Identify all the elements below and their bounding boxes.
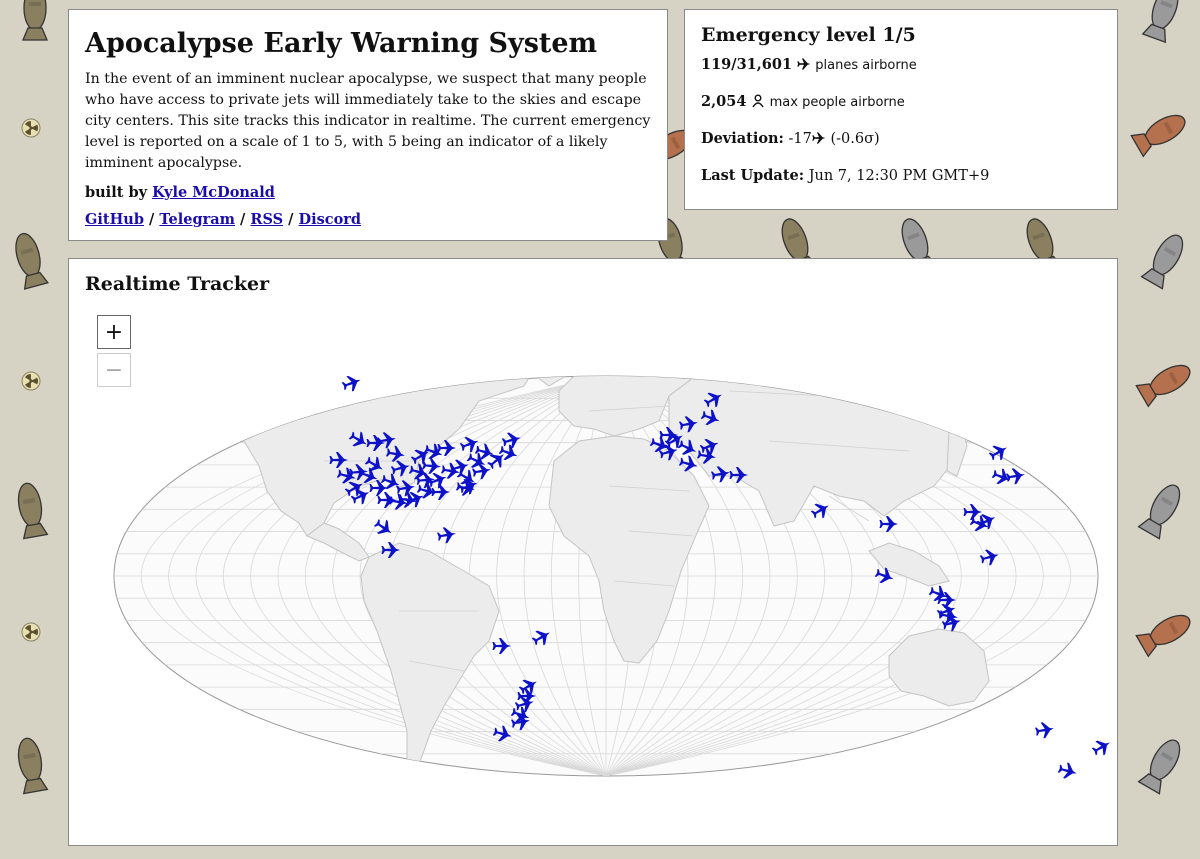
deviation: Deviation: -17 (-0.6σ)	[701, 128, 1101, 165]
status-panel: Emergency level 1/5 119/31,601 planes ai…	[684, 9, 1118, 210]
page-title: Apocalypse Early Warning System	[85, 28, 598, 59]
planes-count: 119/31,601	[701, 56, 793, 73]
bomb-icon	[1137, 739, 1181, 795]
zoom-out-button[interactable]: −	[97, 353, 131, 387]
bomb-icon	[1137, 484, 1181, 540]
intro-panel: Apocalypse Early Warning System In the e…	[68, 9, 668, 241]
last-update: Last Update: Jun 7, 12:30 PM GMT+9	[701, 165, 1101, 202]
emergency-level: Emergency level 1/5	[701, 24, 916, 46]
bomb-icon	[17, 482, 49, 540]
byline: built by Kyle McDonald	[85, 184, 651, 201]
bomb-icon	[1141, 0, 1179, 44]
bomb-icon	[1130, 114, 1186, 158]
rss-link[interactable]: RSS	[250, 211, 283, 228]
discord-link[interactable]: Discord	[299, 211, 362, 228]
planes-label: planes airborne	[815, 58, 917, 73]
max-people-airborne: 2,054 max people airborne	[701, 91, 1101, 128]
plane-marker[interactable]	[1034, 721, 1055, 740]
byline-prefix: built by	[85, 184, 148, 201]
plane-icon	[812, 132, 826, 144]
social-links: GitHub / Telegram / RSS / Discord	[85, 211, 651, 228]
planes-airborne: 119/31,601 planes airborne	[701, 54, 1101, 91]
bomb-icon	[1135, 364, 1191, 408]
bomb-icon	[15, 232, 49, 290]
deviation-sigma: (-0.6σ)	[830, 131, 880, 147]
site-description: In the event of an imminent nuclear apoc…	[85, 71, 651, 171]
link-separator: /	[283, 211, 299, 228]
plane-marker[interactable]	[340, 372, 363, 393]
bomb-icon	[17, 737, 49, 795]
world-map[interactable]	[69, 311, 1117, 845]
radiation-icon	[21, 118, 41, 138]
person-icon	[752, 94, 764, 108]
continent-antarctica	[269, 779, 969, 811]
bomb-icon	[1135, 614, 1191, 658]
zoom-in-button[interactable]: +	[97, 315, 131, 349]
plane-icon	[797, 58, 810, 70]
link-separator: /	[143, 211, 160, 228]
author-link[interactable]: Kyle McDonald	[152, 184, 275, 201]
radiation-icon	[21, 371, 41, 391]
tracker-panel: Realtime Tracker + −	[68, 258, 1118, 846]
update-label: Last Update:	[701, 167, 805, 184]
people-label: max people airborne	[769, 95, 905, 110]
plane-marker[interactable]	[1090, 736, 1114, 759]
bomb-icon	[22, 0, 48, 41]
plane-marker[interactable]	[1057, 761, 1079, 781]
telegram-link[interactable]: Telegram	[159, 211, 235, 228]
deviation-value: -17	[788, 131, 812, 147]
github-link[interactable]: GitHub	[85, 211, 144, 228]
tracker-title: Realtime Tracker	[85, 273, 270, 295]
map-container[interactable]: + −	[69, 311, 1117, 845]
link-separator: /	[235, 211, 251, 228]
update-value: Jun 7, 12:30 PM GMT+9	[808, 168, 990, 184]
people-count: 2,054	[701, 93, 747, 110]
bomb-icon	[1140, 234, 1184, 290]
deviation-label: Deviation:	[701, 130, 784, 147]
radiation-icon	[21, 622, 41, 642]
